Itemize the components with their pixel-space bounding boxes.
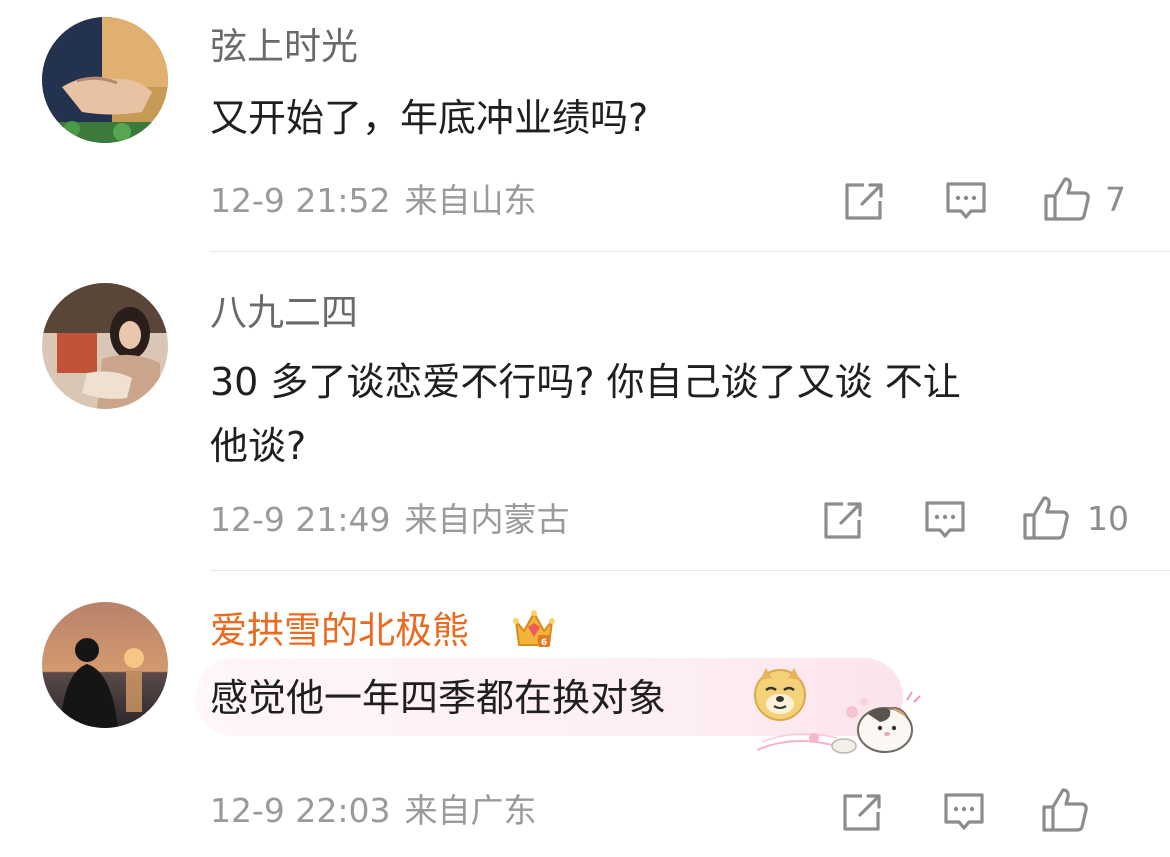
thumb-up-icon — [1042, 788, 1088, 832]
like-button[interactable] — [1022, 495, 1070, 545]
like-count: 10 — [1087, 499, 1129, 538]
comment-icon — [944, 793, 984, 830]
share-button[interactable] — [821, 499, 865, 545]
crown-icon: 6 — [512, 607, 556, 655]
location: 来自广东 — [404, 791, 537, 830]
thumb-up-icon — [1044, 177, 1090, 221]
thumb-up-icon — [1023, 496, 1069, 540]
divider — [210, 570, 1170, 571]
reply-button[interactable] — [944, 180, 988, 226]
location: 来自山东 — [404, 181, 537, 220]
share-icon — [824, 502, 862, 539]
username[interactable]: 八九二四 — [210, 290, 358, 336]
location: 来自内蒙古 — [404, 500, 570, 539]
comment-text: 又开始了，年底冲业绩吗? — [210, 96, 649, 140]
username[interactable]: 爱拱雪的北极熊 — [210, 608, 469, 654]
username[interactable]: 弦上时光 — [210, 24, 358, 70]
share-icon — [843, 794, 881, 831]
hamster-sticker — [752, 690, 927, 764]
timestamp: 12-9 21:52 — [210, 181, 391, 220]
reply-button[interactable] — [942, 791, 986, 837]
avatar[interactable] — [42, 283, 168, 409]
comment-meta: 12-9 22:03 来自广东 — [210, 790, 537, 832]
comment-text-line: 30 多了谈恋爱不行吗? 你自己谈了又谈 不让 — [210, 360, 961, 404]
comment-text: 30 多了谈恋爱不行吗? 你自己谈了又谈 不让 他谈? — [210, 350, 1110, 478]
comment-meta: 12-9 21:49 来自内蒙古 — [210, 499, 570, 541]
comment-text: 感觉他一年四季都在换对象 — [210, 676, 667, 720]
comment-icon — [946, 182, 986, 219]
timestamp: 12-9 21:49 — [210, 500, 391, 539]
share-icon — [845, 183, 883, 220]
share-button[interactable] — [840, 791, 884, 837]
share-button[interactable] — [842, 180, 886, 226]
like-button[interactable] — [1041, 787, 1089, 837]
divider — [210, 251, 1170, 252]
comment-text-line: 他谈? — [210, 424, 307, 468]
comment-meta: 12-9 21:52 来自山东 — [210, 180, 537, 222]
reply-button[interactable] — [923, 499, 967, 545]
avatar[interactable] — [42, 17, 168, 143]
timestamp: 12-9 22:03 — [210, 791, 391, 830]
comment-icon — [925, 501, 965, 538]
avatar[interactable] — [42, 602, 168, 728]
svg-text:6: 6 — [541, 638, 547, 648]
like-button[interactable] — [1043, 176, 1091, 226]
like-count: 7 — [1105, 180, 1126, 219]
